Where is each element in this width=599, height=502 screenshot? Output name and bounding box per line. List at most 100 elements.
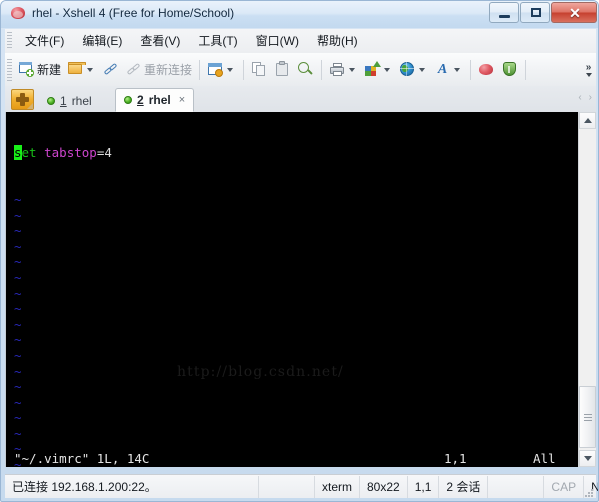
status-spacer-2 [488,475,545,498]
terminal-tilde-row: ~ [14,379,22,395]
status-terminal-type: xterm [315,475,360,498]
terminal-tilde-row: ~ [14,238,22,254]
menu-window[interactable]: 窗口(W) [247,31,308,52]
tab-bar: 1 rhel 2 rhel × ‹ › [5,86,596,113]
print-dropdown-icon[interactable] [349,67,356,72]
terminal-tilde-row: ~ [14,363,22,379]
terminal-word-set: et [21,145,37,161]
toolbar-separator [470,59,472,80]
toolbar-overflow-button[interactable]: » [582,54,595,85]
new-tab-icon[interactable] [11,89,34,110]
terminal-tilde-row: ~ [14,332,22,348]
find-button[interactable] [294,57,317,83]
menu-help[interactable]: 帮助(H) [308,31,367,52]
xshell-button[interactable] [475,57,498,83]
print-button[interactable] [326,57,361,83]
paste-icon [274,61,291,78]
scroll-thumb[interactable] [579,386,596,448]
scroll-up-arrow[interactable] [579,112,596,129]
status-caps-lock: CAP [544,475,585,498]
tab-status-dot [124,96,132,104]
minimize-icon [499,15,510,18]
menu-edit[interactable]: 编辑(E) [73,31,131,52]
scroll-down-arrow[interactable] [579,450,596,467]
terminal-line-1: set tabstop=4 [14,145,112,161]
font-icon: A [437,62,448,77]
menu-tools[interactable]: 工具(T) [189,31,246,52]
maximize-button[interactable] [520,2,550,23]
status-cursor-position: 1,1 [408,475,440,498]
paste-button[interactable] [271,57,294,83]
chevron-down-icon [585,72,592,77]
terminal-tilde-row: ~ [14,207,22,223]
copy-icon [251,61,268,78]
xshell-icon [478,61,495,78]
tab-close-icon[interactable]: × [179,94,185,106]
watermark-text: http://blog.csdn.net/ [177,364,344,380]
toolbar-overflow-icon: » [585,61,592,73]
properties-icon [207,61,224,78]
terminal-tilde-row: ~ [14,347,22,363]
terminal-value: 4 [104,145,112,161]
globe-button[interactable] [396,57,431,83]
terminal-tilde-row: ~ [14,191,22,207]
tab-nav-arrows: ‹ › [578,92,592,104]
status-session-count: 2 会话 [439,475,489,498]
terminal-tilde-row: ~ [14,301,22,317]
font-dropdown-icon[interactable] [454,67,461,72]
file-transfer-button[interactable] [361,57,396,83]
resize-grip[interactable] [583,487,595,499]
title-bar[interactable]: rhel - Xshell 4 (Free for Home/School) ✕ [1,1,598,28]
xshell-window: rhel - Xshell 4 (Free for Home/School) ✕… [0,0,599,502]
file-transfer-dropdown-icon[interactable] [384,67,391,72]
menu-view[interactable]: 查看(V) [131,31,189,52]
tab-nav-right-icon[interactable]: › [589,92,592,104]
connect-button[interactable] [99,57,122,83]
vim-status-position: 1,1 [444,451,467,466]
open-folder-icon [67,61,87,78]
vim-status-percent: All [533,451,556,466]
open-folder-dropdown-icon[interactable] [87,67,94,72]
close-button[interactable]: ✕ [551,2,597,23]
tab-nav-left-icon[interactable]: ‹ [578,92,581,104]
terminal-tilde-row: ~ [14,223,22,239]
tab-1-rhel[interactable]: 1 rhel [39,90,100,112]
tab-2-rhel[interactable]: 2 rhel × [115,88,195,112]
status-connection: 已连接 192.168.1.200:22。 [5,475,259,498]
maximize-icon [531,8,541,17]
terminal-tilde-row: ~ [14,394,22,410]
open-sessions-button[interactable] [64,57,99,83]
status-spacer-1 [259,475,315,498]
connect-icon [102,61,119,78]
terminal-tilde-row: ~ [14,425,22,441]
terminal-word-tabstop: tabstop [36,145,97,161]
vim-status-file: "~/.vimrc" 1L, 14C [14,451,150,466]
terminal-text: set tabstop=4 ~~~~~~~~~~~~~~~~~~~~~ [14,114,112,467]
menu-drag-grip[interactable] [7,32,12,50]
terminal-screen[interactable]: set tabstop=4 ~~~~~~~~~~~~~~~~~~~~~ http… [6,112,578,467]
terminal-tilde-row: ~ [14,285,22,301]
font-button[interactable]: A [431,57,466,83]
terminal-scrollbar[interactable] [578,112,596,467]
menu-file[interactable]: 文件(F) [16,31,73,52]
close-icon: ✕ [569,5,581,21]
properties-button[interactable] [204,57,239,83]
vim-status-line: "~/.vimrc" 1L, 14C 1,1 All [6,451,560,467]
terminal-tilde-rows: ~~~~~~~~~~~~~~~~~~~~~ [14,192,112,467]
globe-dropdown-icon[interactable] [419,67,426,72]
terminal-tilde-row: ~ [14,316,22,332]
new-session-button[interactable]: 新建 [15,57,64,83]
find-icon [297,61,314,78]
minimize-button[interactable] [489,2,519,23]
reconnect-icon [125,61,142,78]
terminal-panel[interactable]: set tabstop=4 ~~~~~~~~~~~~~~~~~~~~~ http… [5,112,596,467]
toolbar-separator [525,59,527,80]
status-screen-size: 80x22 [360,475,408,498]
window-controls: ✕ [488,2,597,23]
window-title: rhel - Xshell 4 (Free for Home/School) [32,6,235,20]
toolbar-drag-grip[interactable] [7,58,12,81]
xftp-button[interactable] [498,57,521,83]
copy-button[interactable] [248,57,271,83]
menu-bar: 文件(F) 编辑(E) 查看(V) 工具(T) 窗口(W) 帮助(H) [5,29,596,54]
properties-dropdown-icon[interactable] [227,67,234,72]
